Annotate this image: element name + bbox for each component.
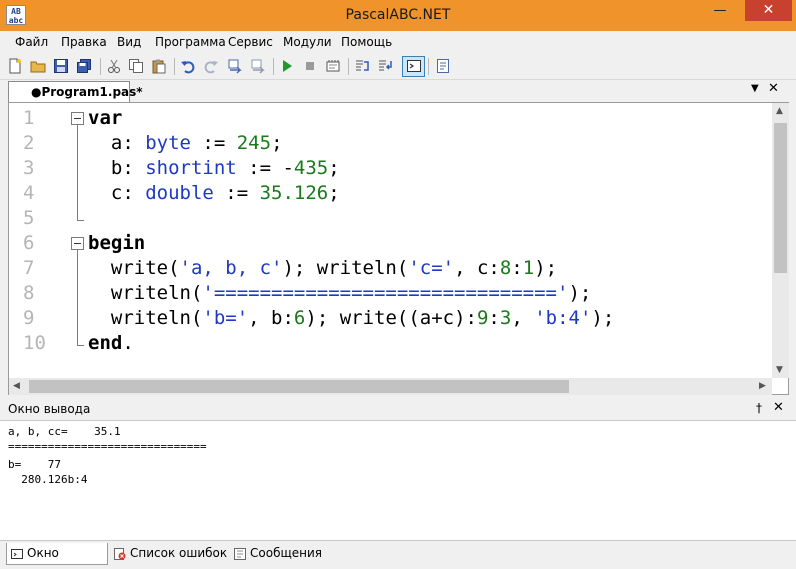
line-number: 2 [23, 132, 35, 154]
toolbar [0, 53, 796, 80]
code-line: a: byte := 245; [88, 132, 283, 154]
line-number-gutter: 1 2 3 4 5 6 7 8 9 10 [9, 103, 63, 378]
compiler-messages-icon [234, 548, 246, 560]
output-window[interactable]: a, b, cc= 35.1 =========================… [0, 420, 796, 540]
output-panel-header: Окно вывода † ✕ [0, 398, 796, 420]
toolbar-separator [348, 58, 349, 75]
pin-icon[interactable]: † [756, 401, 762, 415]
code-line: c: double := 35.126; [88, 182, 340, 204]
output-line: 280.126b:4 [8, 473, 88, 486]
fold-guide-end [77, 220, 84, 221]
tab-close-icon[interactable]: ✕ [768, 81, 779, 96]
stop-icon[interactable] [302, 58, 318, 74]
redo-icon[interactable] [203, 58, 219, 74]
output-line: b= 77 [8, 458, 61, 471]
menu-file[interactable]: Файл [15, 35, 48, 49]
menu-help[interactable]: Помощь [341, 35, 392, 49]
cut-icon[interactable] [106, 58, 122, 74]
code-line: write('a, b, c'); writeln('c=', c:8:1); [88, 257, 558, 279]
scroll-up-icon[interactable]: ▲ [776, 106, 783, 116]
vertical-scroll-thumb[interactable] [774, 123, 787, 273]
fold-guide [77, 125, 78, 220]
window-title: PascalABC.NET [345, 7, 451, 23]
line-number: 10 [23, 332, 46, 354]
code-line: var [88, 107, 123, 129]
output-close-icon[interactable]: ✕ [773, 400, 784, 415]
menu-bar: Файл Правка Вид Программа Сервис Модули … [0, 31, 796, 53]
tab-compiler-messages[interactable]: Сообщения компилятора [230, 543, 400, 569]
line-number: 5 [23, 207, 35, 229]
fold-guide-end [77, 345, 84, 346]
menu-modules[interactable]: Модули [283, 35, 332, 49]
fold-toggle-var-icon[interactable] [71, 112, 84, 125]
scroll-left-icon[interactable]: ◀ [13, 381, 20, 391]
minimize-button[interactable]: — [707, 0, 733, 21]
toolbar-separator [428, 58, 429, 75]
undo-icon[interactable] [180, 58, 196, 74]
step-over-icon[interactable] [354, 58, 370, 74]
scroll-down-icon[interactable]: ▼ [776, 365, 783, 375]
debug-icon[interactable] [325, 58, 341, 74]
tab-list-dropdown-icon[interactable]: ▼ [751, 83, 759, 94]
editor-tab-strip: ●Program1.pas* [0, 80, 796, 102]
tab-output-window[interactable]: Окно вывода [6, 543, 108, 569]
compile-icon[interactable] [227, 58, 243, 74]
run-icon[interactable] [279, 58, 295, 74]
menu-service[interactable]: Сервис [228, 35, 273, 49]
line-number: 9 [23, 307, 35, 329]
error-list-icon [114, 548, 126, 560]
toolbar-separator [273, 58, 274, 75]
scroll-right-icon[interactable]: ▶ [759, 381, 766, 391]
line-number: 3 [23, 157, 35, 179]
menu-edit[interactable]: Правка [61, 35, 107, 49]
line-number: 4 [23, 182, 35, 204]
line-number: 6 [23, 232, 35, 254]
show-output-icon[interactable] [406, 58, 422, 74]
bottom-panel-tabs: Окно вывода Список ошибок Сообщения комп… [0, 540, 796, 569]
line-number: 1 [23, 107, 35, 129]
line-number: 8 [23, 282, 35, 304]
code-editor[interactable]: 1 2 3 4 5 6 7 8 9 10 var a: byte := 245;… [8, 102, 789, 395]
output-line: ============================== [8, 440, 207, 453]
menu-view[interactable]: Вид [117, 35, 141, 49]
copy-icon[interactable] [128, 58, 144, 74]
title-bar: AB abc PascalABC.NET — ✕ [0, 0, 796, 31]
output-line: a, b, cc= 35.1 [8, 425, 121, 438]
tab-error-list[interactable]: Список ошибок [110, 543, 228, 565]
paste-icon[interactable] [151, 58, 167, 74]
code-line: b: shortint := -435; [88, 157, 340, 179]
open-folder-icon[interactable] [30, 58, 46, 74]
editor-vertical-scrollbar[interactable]: ▲ ▼ [772, 103, 789, 378]
editor-horizontal-scrollbar[interactable]: ◀ ▶ [9, 378, 772, 395]
save-icon[interactable] [53, 58, 69, 74]
code-line: writeln('b=', b:6); write((a+c):9:3, 'b:… [88, 307, 615, 329]
tab-label: Список ошибок [130, 546, 228, 560]
tab-label: Сообщения компилятора [250, 546, 333, 569]
code-line: begin [88, 232, 146, 254]
compile-all-icon[interactable] [250, 58, 266, 74]
save-all-icon[interactable] [76, 58, 92, 74]
tab-label: Окно вывода [27, 546, 74, 569]
output-panel-title: Окно вывода [8, 402, 91, 416]
fold-guide [77, 250, 78, 345]
tab-label: ●Program1.pas* [31, 85, 143, 99]
step-into-icon[interactable] [377, 58, 393, 74]
horizontal-scroll-thumb[interactable] [29, 380, 569, 393]
menu-program[interactable]: Программа [155, 35, 226, 49]
toolbar-separator [100, 58, 101, 75]
toolbar-separator [174, 58, 175, 75]
new-file-icon[interactable] [7, 58, 23, 74]
line-number: 7 [23, 257, 35, 279]
settings-icon[interactable] [435, 58, 451, 74]
code-line: end. [88, 332, 134, 354]
close-window-button[interactable]: ✕ [745, 0, 792, 21]
code-line: writeln('=============================='… [88, 282, 592, 304]
tab-program1[interactable]: ●Program1.pas* [8, 81, 143, 102]
fold-toggle-begin-icon[interactable] [71, 237, 84, 250]
output-window-icon [11, 549, 23, 559]
